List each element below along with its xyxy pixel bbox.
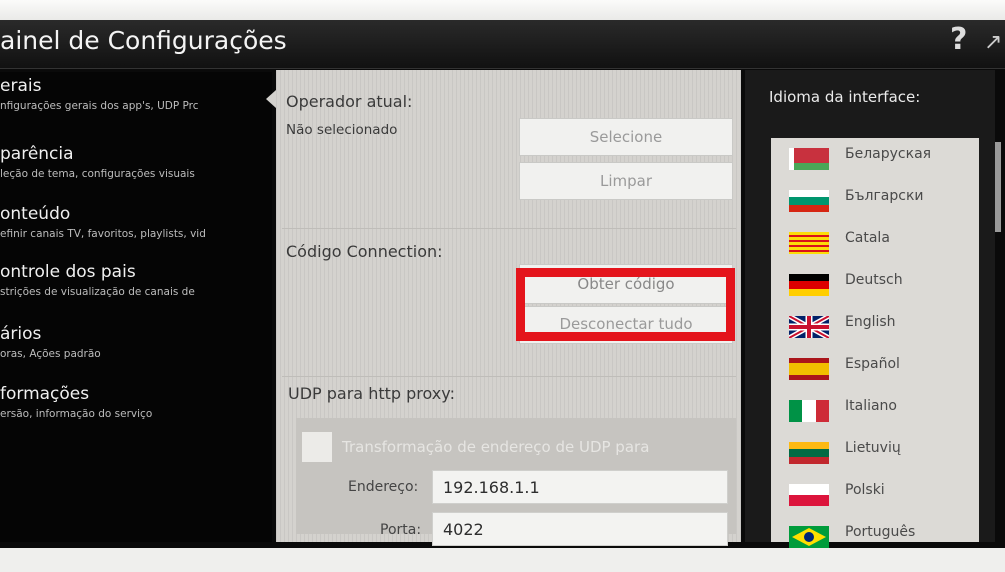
language-item-polish[interactable]: Polski <box>771 474 979 512</box>
highlight-box <box>516 268 735 341</box>
language-item-english[interactable]: English <box>771 306 979 344</box>
clear-operator-button[interactable]: Limpar <box>519 162 733 200</box>
port-label: Porta: <box>380 522 422 538</box>
port-input[interactable]: 4022 <box>432 512 728 546</box>
select-operator-button[interactable]: Selecione <box>519 118 733 156</box>
arrow-icon[interactable]: ↗ <box>984 30 1002 55</box>
poland-flag-icon <box>789 484 829 506</box>
sidebar: erais nfigurações gerais dos app's, UDP … <box>0 72 272 542</box>
bulgaria-flag-icon <box>789 190 829 212</box>
sidebar-item-subtitle: oras, Ações padrão <box>0 348 101 360</box>
belarus-flag-icon <box>789 148 829 170</box>
operator-heading: Operador atual: <box>286 92 413 111</box>
italy-flag-icon <box>789 400 829 422</box>
language-panel: Idioma da interface: Беларуская Българск… <box>745 70 1001 548</box>
catalonia-flag-icon <box>789 232 829 254</box>
language-name: Catala <box>845 230 890 246</box>
photo-frame-top <box>0 0 1005 22</box>
section-divider <box>282 228 736 229</box>
language-scrollbar[interactable] <box>995 142 1001 232</box>
udp-heading: UDP para http proxy: <box>288 384 455 403</box>
language-name: Português <box>845 524 916 540</box>
photo-frame-bottom <box>0 548 1005 572</box>
sidebar-item-title: formações <box>0 384 90 404</box>
help-icon[interactable]: ? <box>950 22 967 57</box>
language-item-spanish[interactable]: Español <box>771 348 979 386</box>
language-name: Español <box>845 356 900 372</box>
udp-settings-box: Transformação de endereço de UDP para En… <box>296 418 736 546</box>
language-list: Беларуская Български Catala Deutsch Engl… <box>771 138 979 548</box>
language-item-belarusian[interactable]: Беларуская <box>771 138 979 176</box>
udp-transform-checkbox[interactable] <box>302 432 332 462</box>
section-divider <box>282 376 736 377</box>
sidebar-item-subtitle: strições de visualização de canais de <box>0 286 195 298</box>
tv-screen: ainel de Configurações ? ↗ erais nfigura… <box>0 20 1005 550</box>
sidebar-item-subtitle: nfigurações gerais dos app's, UDP Prc <box>0 100 199 112</box>
language-item-german[interactable]: Deutsch <box>771 264 979 302</box>
sidebar-item-subtitle: ersão, informação do serviço <box>0 408 153 420</box>
sidebar-item-subtitle: efinir canais TV, favoritos, playlists, … <box>0 228 206 240</box>
sidebar-item-title: erais <box>0 76 42 96</box>
connection-heading: Código Connection: <box>286 242 443 261</box>
language-name: Беларуская <box>845 146 932 162</box>
spain-flag-icon <box>789 358 829 380</box>
operator-value: Não selecionado <box>286 122 398 138</box>
sidebar-item-title: ários <box>0 324 42 344</box>
language-heading: Idioma da interface: <box>769 88 921 106</box>
language-item-lithuanian[interactable]: Lietuvių <box>771 432 979 470</box>
selection-notch <box>266 90 276 108</box>
language-item-catalan[interactable]: Catala <box>771 222 979 260</box>
sidebar-item-title: onteúdo <box>0 204 71 224</box>
language-name: Polski <box>845 482 885 498</box>
sidebar-item-subtitle: leção de tema, configurações visuais <box>0 168 195 180</box>
uk-flag-icon <box>789 316 829 338</box>
udp-transform-label: Transformação de endereço de UDP para <box>342 438 650 456</box>
brazil-flag-icon <box>789 526 829 548</box>
address-input[interactable]: 192.168.1.1 <box>432 470 728 504</box>
language-name: English <box>845 314 896 330</box>
title-bar: ainel de Configurações ? ↗ <box>0 20 1005 69</box>
germany-flag-icon <box>789 274 829 296</box>
language-name: Lietuvių <box>845 440 901 456</box>
lithuania-flag-icon <box>789 442 829 464</box>
language-item-bulgarian[interactable]: Български <box>771 180 979 218</box>
sidebar-item-title: ontrole dos pais <box>0 262 136 282</box>
sidebar-item-title: parência <box>0 144 74 164</box>
language-item-italian[interactable]: Italiano <box>771 390 979 428</box>
language-name: Italiano <box>845 398 897 414</box>
language-name: Deutsch <box>845 272 903 288</box>
address-label: Endereço: <box>348 479 419 495</box>
page-title: ainel de Configurações <box>0 26 287 55</box>
language-name: Български <box>845 188 924 204</box>
